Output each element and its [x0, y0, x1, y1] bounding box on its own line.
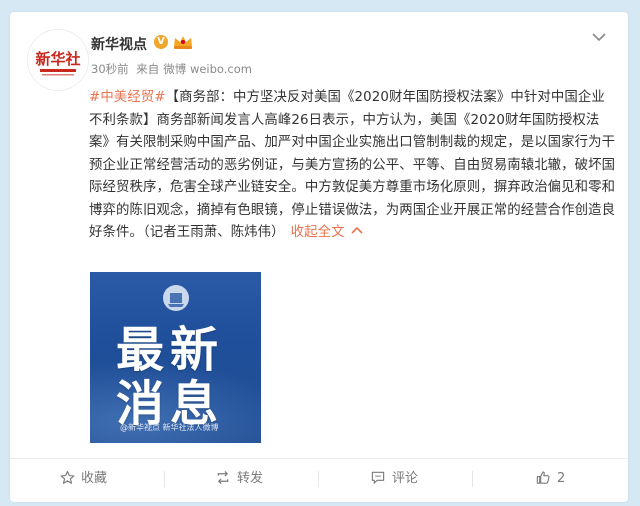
- action-separator: [318, 471, 319, 487]
- source-prefix: 来自: [136, 62, 160, 76]
- favorite-button[interactable]: 收藏: [60, 467, 107, 491]
- repost-button[interactable]: 转发: [215, 467, 263, 491]
- post-source[interactable]: 微博 weibo.com: [163, 62, 252, 76]
- image-headline-line1: 最新: [116, 322, 225, 378]
- avatar[interactable]: 新华社: [27, 29, 89, 91]
- post-text: #中美经贸#【商务部：中方坚决反对美国《2020财年国防授权法案》中针对中国企业…: [89, 87, 617, 245]
- topic-link[interactable]: #中美经贸#: [89, 90, 166, 105]
- action-separator: [472, 471, 473, 487]
- weibo-post-card: 新华社 新华视点 V 30秒前 来自 微博 weibo.com #中美经贸#【商务…: [10, 12, 628, 502]
- vip-crown-icon: [174, 36, 192, 49]
- action-separator: [164, 471, 165, 487]
- favorite-label: 收藏: [81, 471, 108, 486]
- post-image[interactable]: 最新 消息 @新华视点 新华社法人微博: [90, 272, 261, 443]
- verified-badge-icon: V: [154, 35, 168, 49]
- collapse-link[interactable]: 收起全文: [291, 225, 345, 240]
- svg-text:新华社: 新华社: [35, 50, 80, 68]
- like-button[interactable]: 2: [535, 467, 565, 491]
- like-count: 2: [557, 471, 566, 486]
- chevron-up-icon[interactable]: [351, 225, 363, 235]
- image-watermark: @新华视点 新华社法人微博: [120, 423, 219, 432]
- thumbs-up-icon: [536, 471, 550, 484]
- chevron-down-icon[interactable]: [592, 32, 606, 42]
- comment-label: 评论: [392, 471, 419, 486]
- post-body: 【商务部：中方坚决反对美国《2020财年国防授权法案》中针对中国企业不利条款】商…: [89, 90, 616, 240]
- star-icon: [60, 470, 75, 484]
- repost-label: 转发: [237, 471, 264, 486]
- divider: [10, 458, 628, 459]
- comment-button[interactable]: 评论: [370, 467, 418, 491]
- emblem-icon: [163, 285, 189, 311]
- xinhua-logo-icon: 新华社: [28, 30, 88, 90]
- repost-icon: [217, 470, 229, 485]
- author-name[interactable]: 新华视点: [91, 34, 147, 54]
- post-meta: 30秒前 来自 微博 weibo.com: [91, 61, 256, 77]
- comment-icon: [371, 471, 385, 484]
- post-time[interactable]: 30秒前: [91, 62, 129, 76]
